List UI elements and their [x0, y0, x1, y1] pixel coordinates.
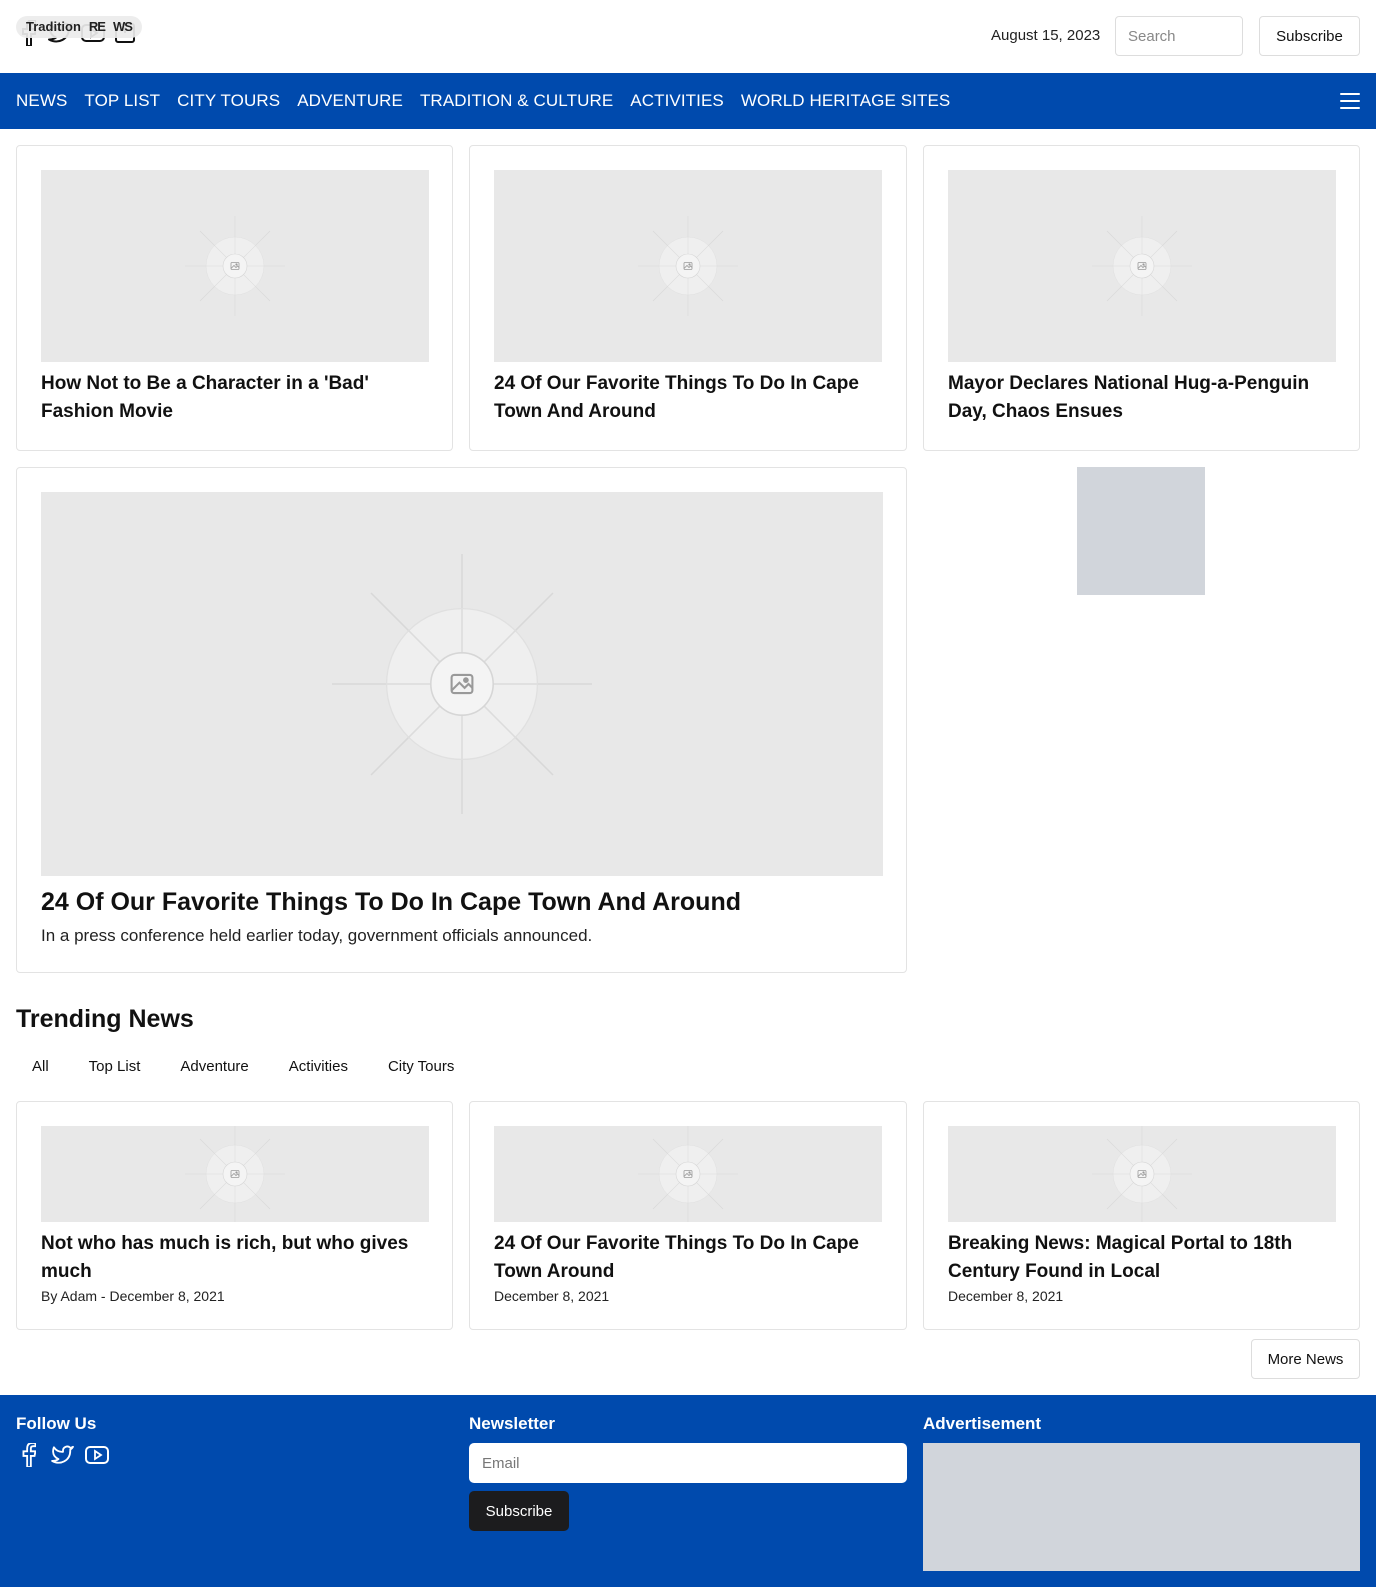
image-placeholder — [41, 170, 429, 362]
featured-card[interactable]: 24 Of Our Favorite Things To Do In Cape … — [16, 467, 907, 973]
card-title[interactable]: 24 Of Our Favorite Things To Do In Cape … — [494, 370, 886, 426]
nav-item-city-tours[interactable]: CITY TOURS — [177, 91, 280, 111]
nav-item-adventure[interactable]: ADVENTURE — [297, 91, 403, 111]
image-placeholder — [41, 1126, 429, 1222]
card-meta: By Adam - December 8, 2021 — [41, 1288, 225, 1304]
card-title[interactable]: 24 Of Our Favorite Things To Do In Cape … — [494, 1230, 886, 1286]
newsletter-heading: Newsletter — [469, 1414, 555, 1433]
hamburger-icon[interactable] — [1340, 93, 1360, 109]
card-title[interactable]: How Not to Be a Character in a 'Bad' Fas… — [41, 370, 433, 426]
footer: Follow Us Newsletter Subscribe Advertise… — [0, 1395, 1376, 1587]
trending-card-2[interactable]: 24 Of Our Favorite Things To Do In Cape … — [469, 1101, 907, 1330]
featured-excerpt: In a press conference held earlier today… — [41, 926, 593, 945]
card-meta: December 8, 2021 — [948, 1288, 1064, 1304]
image-placeholder — [494, 1126, 882, 1222]
more-news-button[interactable]: More News — [1251, 1339, 1360, 1379]
trending-card-3[interactable]: Breaking News: Magical Portal to 18th Ce… — [923, 1101, 1360, 1330]
nav-item-top-list[interactable]: TOP LIST — [84, 91, 160, 111]
follow-us-heading: Follow Us — [16, 1414, 97, 1433]
top-card-1[interactable]: How Not to Be a Character in a 'Bad' Fas… — [16, 145, 453, 451]
current-date: August 15, 2023 — [991, 27, 1101, 44]
image-placeholder — [948, 170, 1336, 362]
card-title[interactable]: Breaking News: Magical Portal to 18th Ce… — [948, 1230, 1340, 1286]
top-bar: Tradition RE WS August 15, 2023 Subscrib… — [0, 0, 1376, 73]
tab-adventure[interactable]: Adventure — [164, 1054, 264, 1079]
tab-activities[interactable]: Activities — [273, 1054, 364, 1079]
footer-advertisement[interactable] — [923, 1443, 1360, 1571]
image-placeholder — [948, 1126, 1336, 1222]
tab-top-list[interactable]: Top List — [73, 1054, 157, 1079]
top-card-3[interactable]: Mayor Declares National Hug-a-Penguin Da… — [923, 145, 1360, 451]
email-field[interactable] — [469, 1443, 907, 1483]
nav-item-tradition-culture[interactable]: TRADITION & CULTURE — [420, 91, 613, 111]
trending-tabs: All Top List Adventure Activities City T… — [16, 1054, 478, 1079]
pill-label-ws: WS — [112, 19, 133, 34]
nav-item-world-heritage-sites[interactable]: WORLD HERITAGE SITES — [741, 91, 951, 111]
tab-all[interactable]: All — [16, 1054, 65, 1079]
pill-label-re: RE — [88, 19, 106, 34]
card-meta: December 8, 2021 — [494, 1288, 610, 1304]
subscribe-button[interactable]: Subscribe — [1259, 16, 1360, 56]
twitter-icon[interactable] — [50, 1442, 76, 1468]
top-card-2[interactable]: 24 Of Our Favorite Things To Do In Cape … — [469, 145, 907, 451]
tab-city-tours[interactable]: City Tours — [372, 1054, 470, 1079]
trending-heading: Trending News — [16, 1005, 194, 1033]
main-nav: NEWS TOP LIST CITY TOURS ADVENTURE TRADI… — [0, 73, 1376, 129]
sidebar-advertisement[interactable] — [1077, 467, 1205, 595]
tooltip-pill: Tradition RE WS — [16, 16, 142, 38]
image-placeholder — [494, 170, 882, 362]
card-title[interactable]: Mayor Declares National Hug-a-Penguin Da… — [948, 370, 1340, 426]
pill-label-tradition: Tradition — [26, 19, 81, 34]
advertisement-heading: Advertisement — [923, 1414, 1042, 1433]
trending-card-1[interactable]: Not who has much is rich, but who gives … — [16, 1101, 453, 1330]
nav-item-news[interactable]: NEWS — [16, 91, 67, 111]
youtube-icon[interactable] — [84, 1442, 110, 1468]
featured-title[interactable]: 24 Of Our Favorite Things To Do In Cape … — [41, 884, 883, 920]
search-input[interactable] — [1115, 16, 1243, 56]
nav-item-activities[interactable]: ACTIVITIES — [630, 91, 724, 111]
facebook-icon[interactable] — [16, 1442, 42, 1468]
newsletter-subscribe-button[interactable]: Subscribe — [469, 1491, 569, 1531]
card-title[interactable]: Not who has much is rich, but who gives … — [41, 1230, 433, 1286]
featured-image-placeholder — [41, 492, 883, 876]
footer-social-icons — [16, 1442, 110, 1468]
